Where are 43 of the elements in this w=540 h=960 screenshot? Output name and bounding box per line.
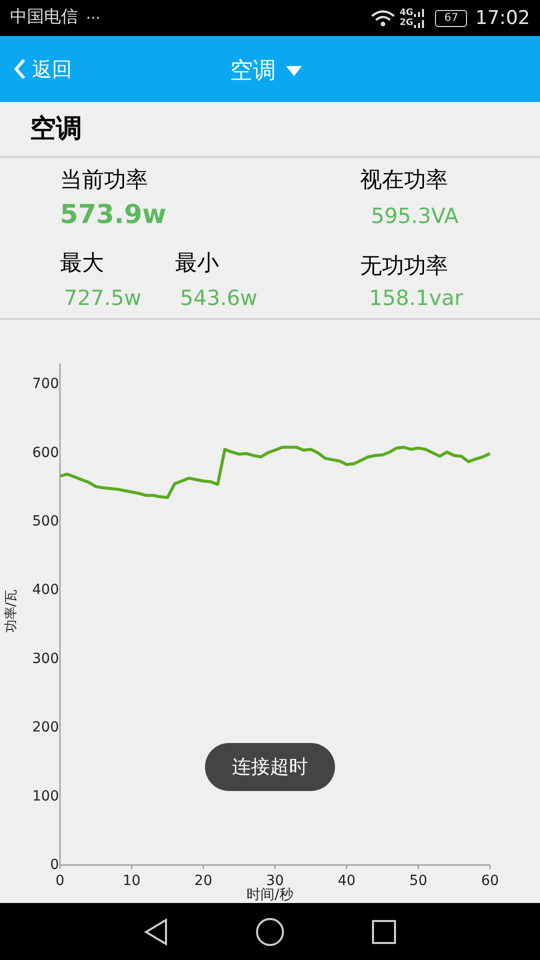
stat-label: 最大 (60, 250, 104, 278)
x-tick-label: 40 (338, 873, 356, 889)
stat-label: 视在功率 (360, 167, 448, 195)
y-tick-label: 700 (32, 376, 59, 392)
y-tick-label: 600 (32, 444, 59, 461)
caret-down-icon (286, 66, 302, 76)
y-tick-label: 0 (50, 857, 59, 873)
network-type: 2G (400, 18, 414, 28)
stat-label: 最小 (175, 250, 219, 278)
carrier-name: 中国电信 (10, 6, 78, 30)
network-type: 4G (400, 8, 414, 18)
stat-label: 当前功率 (60, 167, 148, 195)
y-tick-label: 100 (32, 788, 59, 804)
y-tick-label: 400 (32, 582, 59, 598)
current-power-value: 573.9w (60, 199, 166, 232)
stat-value: 595.3VA (371, 203, 459, 230)
stat-label: 无功功率 (360, 253, 448, 281)
toast-message: 连接超时 (205, 743, 335, 791)
clock-time: 17:02 (475, 6, 530, 31)
x-axis-title: 时间/秒 (246, 887, 294, 903)
y-tick-label: 500 (32, 514, 59, 530)
notification-more: ··· (86, 8, 100, 29)
device-title: 空调 (30, 112, 82, 146)
stat-value: 543.6w (180, 285, 258, 312)
stat-value: 158.1var (369, 285, 464, 312)
x-tick-label: 30 (266, 873, 284, 889)
x-tick-label: 50 (409, 873, 428, 889)
stat-value: 727.5w (64, 285, 142, 312)
device-dropdown[interactable]: 空调 (230, 54, 302, 88)
y-tick-label: 200 (32, 720, 59, 736)
home-icon[interactable] (255, 916, 285, 946)
y-tick-label: 300 (32, 650, 59, 667)
chevron-left-icon (14, 58, 26, 80)
recent-apps-icon[interactable] (371, 918, 397, 944)
wifi-icon (370, 8, 396, 28)
back-button[interactable]: 返回 (14, 54, 72, 84)
x-tick-label: 20 (194, 873, 212, 889)
y-axis-title: 功率/瓦 (4, 589, 19, 633)
x-tick-label: 10 (122, 873, 141, 889)
x-tick-label: 60 (481, 873, 499, 889)
x-tick-label: 0 (56, 873, 64, 889)
battery-indicator: 67 (435, 10, 468, 26)
back-icon[interactable] (143, 918, 169, 946)
